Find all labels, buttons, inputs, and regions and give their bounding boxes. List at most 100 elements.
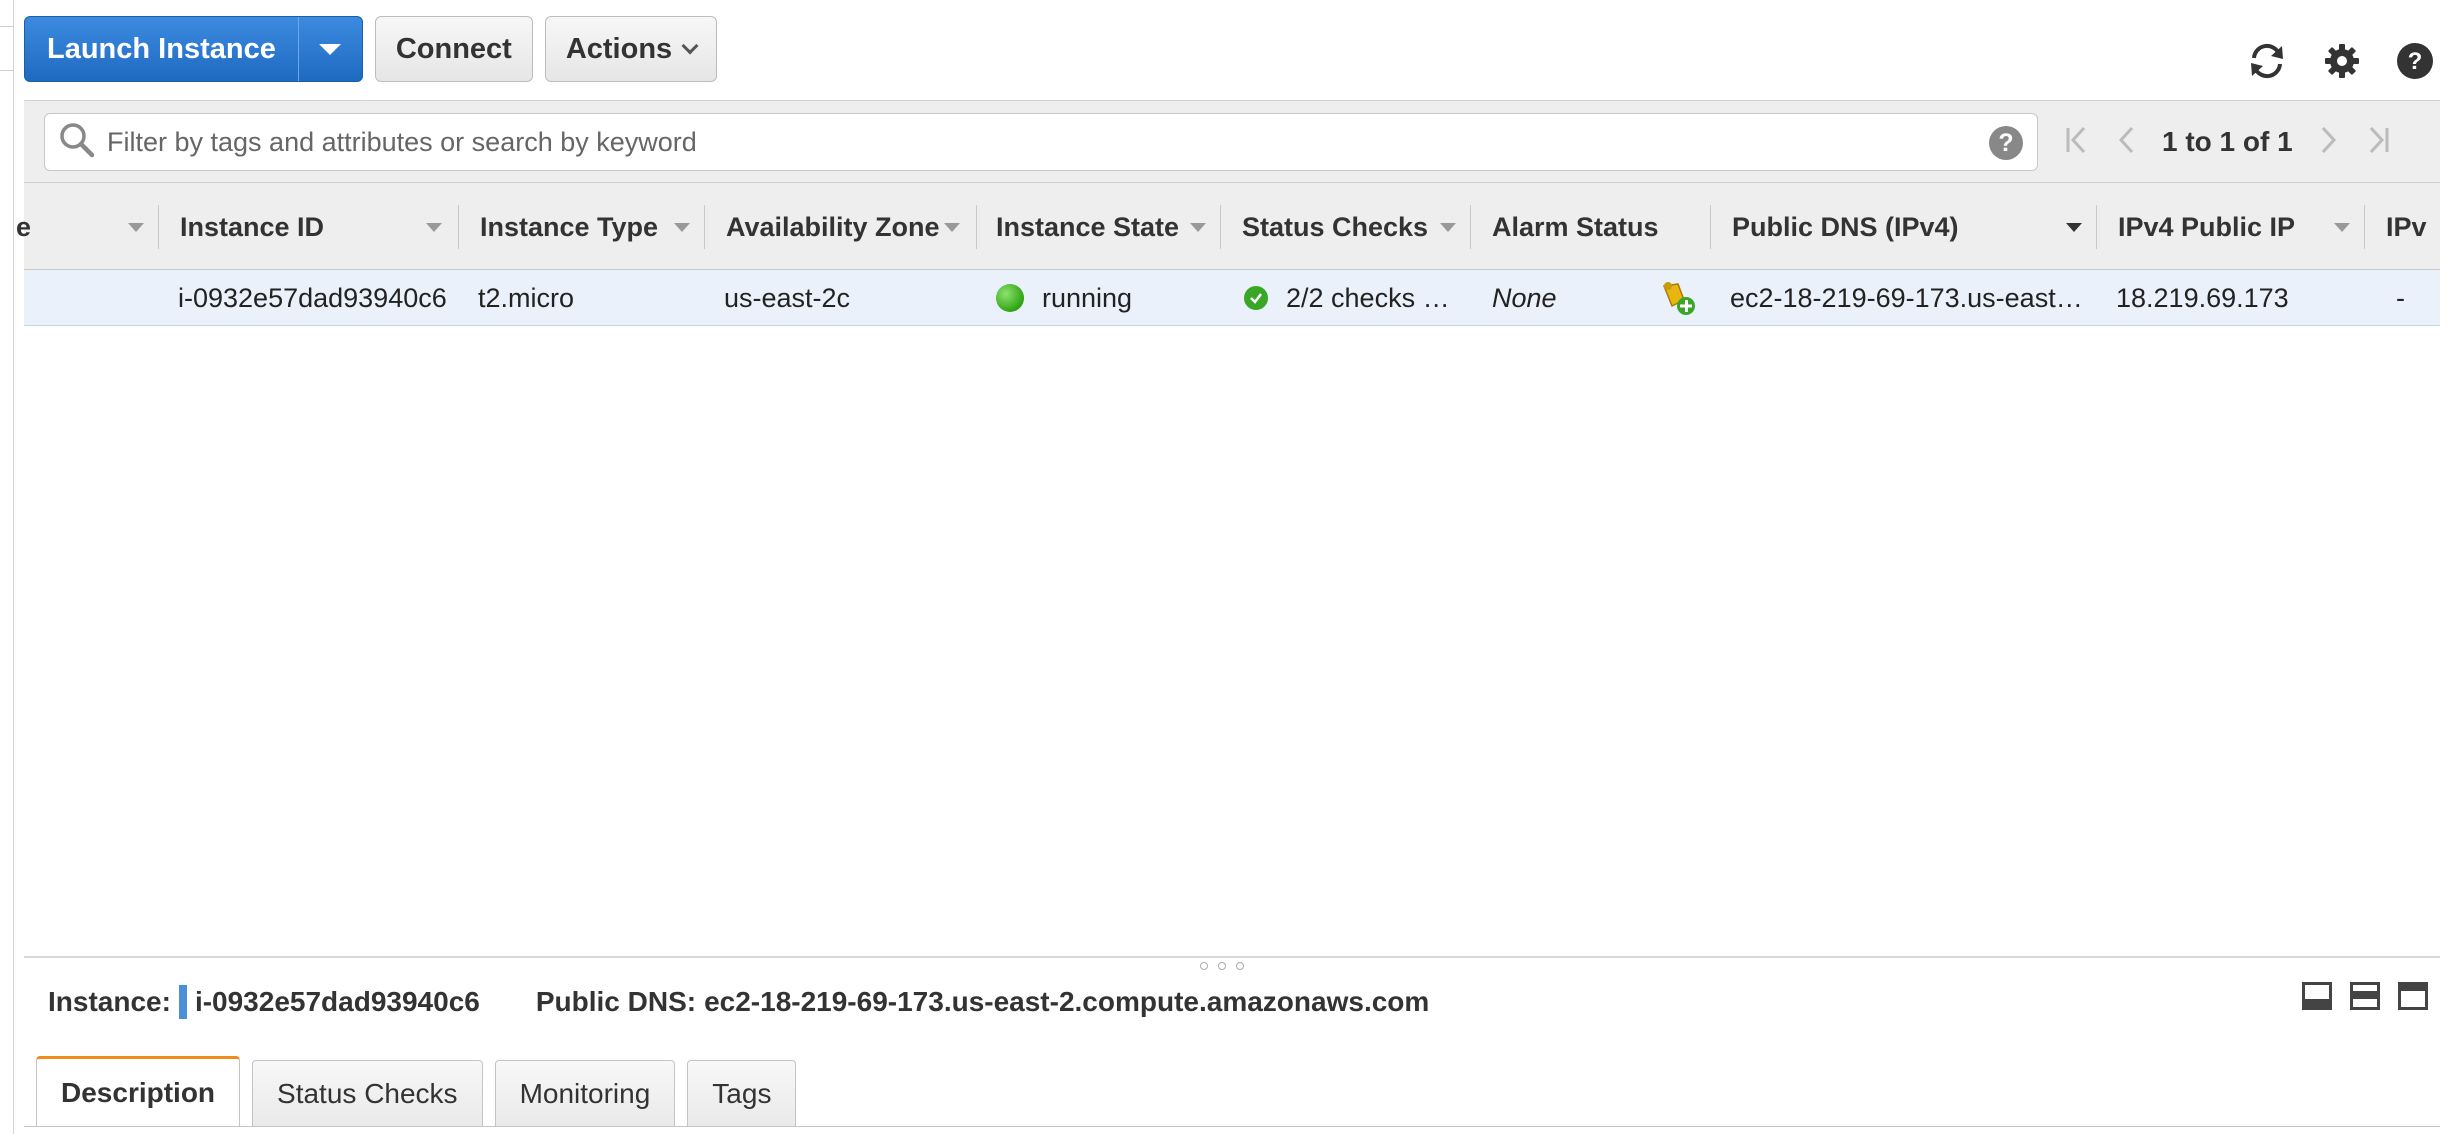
panel-maximize-icon[interactable] bbox=[2398, 982, 2428, 1010]
tabs-baseline bbox=[24, 1126, 2440, 1127]
actions-button[interactable]: Actions bbox=[544, 16, 718, 82]
column-header-label: IPv4 Public IP bbox=[2118, 211, 2296, 242]
cell-status-checks: 2/2 checks … bbox=[1244, 270, 1450, 326]
left-edge-strip bbox=[0, 0, 14, 1134]
sort-icon[interactable] bbox=[944, 223, 960, 232]
cell-ipv6: - bbox=[2396, 282, 2405, 313]
launch-instance-button[interactable]: Launch Instance bbox=[25, 17, 298, 81]
panel-size-controls bbox=[2302, 982, 2428, 1010]
search-input[interactable] bbox=[107, 126, 1967, 158]
sort-icon[interactable] bbox=[1190, 223, 1206, 232]
column-separator bbox=[976, 205, 977, 249]
column-header-status-checks[interactable]: Status Checks bbox=[1242, 183, 1428, 271]
panel-half-icon[interactable] bbox=[2350, 982, 2380, 1010]
column-header-ipv6[interactable]: IPv bbox=[2386, 183, 2427, 271]
table-header: e Instance ID Instance Type Availability… bbox=[16, 182, 2440, 271]
sort-icon[interactable] bbox=[2334, 223, 2350, 232]
column-header-instance-type[interactable]: Instance Type bbox=[480, 183, 658, 271]
column-header-label: Status Checks bbox=[1242, 211, 1429, 242]
cell-public-dns: ec2-18-219-69-173.us-east… bbox=[1730, 282, 2083, 313]
split-divider[interactable] bbox=[24, 956, 2440, 958]
column-separator bbox=[1710, 205, 1711, 249]
column-header-public-dns[interactable]: Public DNS (IPv4) bbox=[1732, 183, 1959, 271]
sort-icon[interactable] bbox=[674, 223, 690, 232]
status-checks-text: 2/2 checks … bbox=[1286, 282, 1450, 313]
public-dns-label: Public DNS: bbox=[535, 986, 697, 1017]
column-header-name[interactable]: e bbox=[16, 183, 31, 271]
column-header-label: Instance ID bbox=[180, 211, 325, 242]
column-header-label: Availability Zone bbox=[726, 211, 940, 242]
instance-detail-summary: Instance: i-0932e57dad93940c6 Public DNS… bbox=[48, 982, 1429, 1022]
caret-down-icon bbox=[319, 43, 342, 55]
next-page-icon[interactable] bbox=[2319, 124, 2339, 161]
launch-instance-button-group: Launch Instance bbox=[24, 16, 363, 82]
panel-minimize-icon[interactable] bbox=[2302, 982, 2332, 1010]
tab-status-checks[interactable]: Status Checks bbox=[252, 1060, 483, 1126]
column-separator bbox=[704, 205, 705, 249]
sort-icon[interactable] bbox=[1440, 223, 1456, 232]
cell-instance-id: i-0932e57dad93940c6 bbox=[178, 282, 447, 313]
column-header-label: Alarm Status bbox=[1492, 211, 1659, 242]
column-header-label: Instance Type bbox=[480, 211, 659, 242]
search-icon bbox=[57, 120, 97, 165]
column-separator bbox=[158, 205, 159, 249]
tab-tags[interactable]: Tags bbox=[687, 1060, 797, 1126]
check-icon bbox=[1244, 286, 1268, 310]
column-header-instance-id[interactable]: Instance ID bbox=[180, 183, 324, 271]
last-page-icon[interactable] bbox=[2365, 124, 2391, 161]
refresh-icon[interactable] bbox=[2246, 40, 2288, 82]
search-box: ? bbox=[44, 113, 2038, 171]
sort-icon[interactable] bbox=[426, 223, 442, 232]
column-header-ipv4-public-ip[interactable]: IPv4 Public IP bbox=[2118, 183, 2295, 271]
gear-icon[interactable] bbox=[2324, 43, 2360, 79]
column-separator bbox=[2364, 205, 2365, 249]
instance-state-text: running bbox=[1042, 282, 1133, 313]
column-separator bbox=[458, 205, 459, 249]
first-page-icon[interactable] bbox=[2064, 124, 2090, 161]
create-alarm-icon[interactable] bbox=[1658, 270, 1698, 326]
page-range-text: 1 to 1 of 1 bbox=[2162, 126, 2293, 157]
column-header-label: Public DNS (IPv4) bbox=[1732, 211, 1959, 242]
instance-id-value: i-0932e57dad93940c6 bbox=[194, 986, 480, 1017]
cell-ipv4-public-ip: 18.219.69.173 bbox=[2116, 282, 2289, 313]
column-header-label: IPv bbox=[2386, 211, 2427, 242]
column-separator bbox=[1220, 205, 1221, 249]
sort-icon-active[interactable] bbox=[2066, 223, 2082, 232]
resize-grip-icon[interactable] bbox=[1200, 962, 1244, 970]
top-icon-bar: ? bbox=[2246, 40, 2434, 82]
running-status-icon bbox=[996, 284, 1024, 312]
cell-instance-state: running bbox=[996, 270, 1132, 326]
cell-instance-type: t2.micro bbox=[478, 282, 575, 313]
sort-icon[interactable] bbox=[128, 223, 144, 232]
detail-tabs: Description Status Checks Monitoring Tag… bbox=[36, 1056, 797, 1126]
tab-description[interactable]: Description bbox=[36, 1056, 241, 1126]
chevron-down-icon bbox=[681, 37, 699, 55]
column-header-alarm-status[interactable]: Alarm Status bbox=[1492, 183, 1659, 271]
instance-label: Instance: bbox=[48, 986, 171, 1017]
edge-tick bbox=[0, 26, 14, 27]
filter-band: ? 1 to 1 of 1 bbox=[24, 100, 2440, 182]
svg-text:?: ? bbox=[2408, 48, 2423, 75]
toolbar: Launch Instance Connect Actions bbox=[24, 16, 718, 82]
column-header-label: Instance State bbox=[996, 211, 1180, 242]
instance-color-marker bbox=[178, 985, 187, 1019]
column-header-label: e bbox=[16, 211, 32, 242]
cell-alarm-status: None bbox=[1492, 282, 1557, 313]
public-dns-value: ec2-18-219-69-173.us-east-2.compute.amaz… bbox=[704, 986, 1430, 1017]
connect-label: Connect bbox=[395, 32, 512, 65]
edge-tick bbox=[0, 70, 14, 71]
help-icon[interactable]: ? bbox=[2396, 42, 2434, 80]
tab-monitoring[interactable]: Monitoring bbox=[494, 1060, 676, 1126]
pagination: 1 to 1 of 1 bbox=[2064, 101, 2391, 183]
launch-instance-dropdown[interactable] bbox=[297, 17, 362, 81]
prev-page-icon[interactable] bbox=[2116, 124, 2136, 161]
cell-availability-zone: us-east-2c bbox=[724, 282, 851, 313]
table-row[interactable]: i-0932e57dad93940c6 t2.micro us-east-2c … bbox=[24, 270, 2440, 326]
search-help-icon[interactable]: ? bbox=[1989, 126, 2023, 160]
actions-label: Actions bbox=[565, 32, 673, 65]
column-separator bbox=[2096, 205, 2097, 249]
column-separator bbox=[1470, 205, 1471, 249]
connect-button[interactable]: Connect bbox=[374, 16, 533, 82]
column-header-availability-zone[interactable]: Availability Zone bbox=[726, 183, 940, 271]
column-header-instance-state[interactable]: Instance State bbox=[996, 183, 1179, 271]
